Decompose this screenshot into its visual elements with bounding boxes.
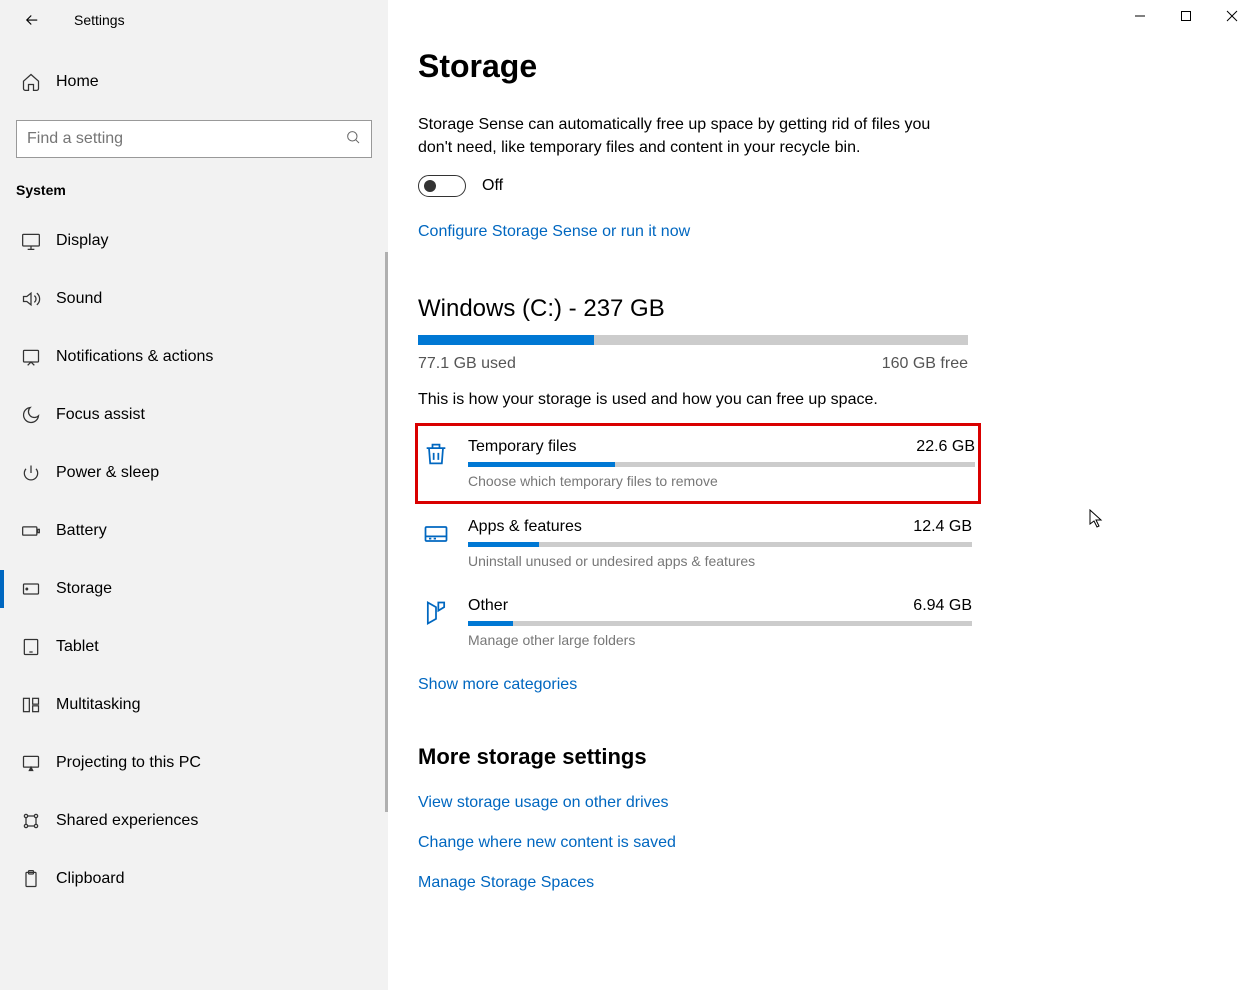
- usage-description: This is how your storage is used and how…: [418, 391, 1255, 409]
- sidebar-home[interactable]: Home: [0, 58, 388, 106]
- sound-icon: [20, 288, 42, 310]
- more-storage-settings-title: More storage settings: [418, 744, 1255, 770]
- battery-icon: [20, 520, 42, 542]
- category-name: Temporary files: [468, 438, 576, 456]
- home-icon: [20, 71, 42, 93]
- configure-storage-sense-link[interactable]: Configure Storage Sense or run it now: [418, 223, 1255, 241]
- apps-icon: [420, 518, 452, 550]
- sidebar-item-label: Clipboard: [56, 870, 124, 888]
- category-bar: [468, 462, 975, 467]
- category-apps-features[interactable]: Apps & features 12.4 GB Uninstall unused …: [418, 504, 978, 583]
- sidebar-item-label: Focus assist: [56, 406, 145, 424]
- drive-used: 77.1 GB used: [418, 355, 516, 373]
- category-other[interactable]: Other 6.94 GB Manage other large folders: [418, 583, 978, 662]
- category-desc: Manage other large folders: [468, 632, 972, 648]
- close-button[interactable]: [1209, 0, 1255, 32]
- category-size: 22.6 GB: [916, 438, 975, 456]
- storage-sense-toggle[interactable]: [418, 175, 466, 197]
- minimize-button[interactable]: [1117, 0, 1163, 32]
- multitask-icon: [20, 694, 42, 716]
- sidebar-item-label: Shared experiences: [56, 812, 198, 830]
- storage-icon: [20, 578, 42, 600]
- category-name: Other: [468, 597, 508, 615]
- sidebar-item-label: Notifications & actions: [56, 348, 213, 366]
- drive-free: 160 GB free: [882, 355, 968, 373]
- sidebar-item-tablet[interactable]: Tablet: [0, 618, 388, 676]
- sidebar-item-projecting[interactable]: Projecting to this PC: [0, 734, 388, 792]
- sidebar-item-label: Sound: [56, 290, 102, 308]
- storage-sense-description: Storage Sense can automatically free up …: [418, 113, 958, 159]
- search-box[interactable]: [16, 120, 372, 158]
- category-name: Apps & features: [468, 518, 582, 536]
- search-input[interactable]: [27, 130, 345, 148]
- sidebar-item-label: Power & sleep: [56, 464, 159, 482]
- sidebar-item-label: Storage: [56, 580, 112, 598]
- sidebar-item-label: Display: [56, 232, 108, 250]
- sidebar-item-label: Battery: [56, 522, 107, 540]
- category-bar: [468, 542, 972, 547]
- more-settings-link[interactable]: Change where new content is saved: [418, 834, 1255, 852]
- sidebar-home-label: Home: [56, 73, 99, 91]
- sidebar-item-storage[interactable]: Storage: [0, 560, 388, 618]
- category-temporary-files[interactable]: Temporary files 22.6 GB Choose which temp…: [415, 423, 981, 504]
- category-desc: Choose which temporary files to remove: [468, 473, 975, 489]
- shared-icon: [20, 810, 42, 832]
- more-settings-link[interactable]: View storage usage on other drives: [418, 794, 1255, 812]
- category-size: 6.94 GB: [913, 597, 972, 615]
- drive-usage-bar: [418, 335, 968, 345]
- storage-sense-toggle-label: Off: [482, 177, 503, 195]
- sidebar-section-header: System: [0, 158, 388, 212]
- display-icon: [20, 230, 42, 252]
- sidebar-item-label: Projecting to this PC: [56, 754, 201, 772]
- projecting-icon: [20, 752, 42, 774]
- drive-title: Windows (C:) - 237 GB: [418, 295, 1255, 323]
- tablet-icon: [20, 636, 42, 658]
- search-icon: [345, 129, 361, 150]
- sidebar-item-shared[interactable]: Shared experiences: [0, 792, 388, 850]
- category-desc: Uninstall unused or undesired apps & fea…: [468, 553, 972, 569]
- back-button[interactable]: [16, 4, 48, 36]
- sidebar-item-clipboard[interactable]: Clipboard: [0, 850, 388, 908]
- category-size: 12.4 GB: [913, 518, 972, 536]
- show-more-categories-link[interactable]: Show more categories: [418, 676, 1255, 694]
- sidebar-item-power[interactable]: Power & sleep: [0, 444, 388, 502]
- sidebar-item-notifications[interactable]: Notifications & actions: [0, 328, 388, 386]
- clipboard-icon: [20, 868, 42, 890]
- sidebar-item-sound[interactable]: Sound: [0, 270, 388, 328]
- maximize-button[interactable]: [1163, 0, 1209, 32]
- sidebar-item-battery[interactable]: Battery: [0, 502, 388, 560]
- other-icon: [420, 597, 452, 629]
- more-settings-link[interactable]: Manage Storage Spaces: [418, 874, 1255, 892]
- notifications-icon: [20, 346, 42, 368]
- sidebar-item-label: Multitasking: [56, 696, 140, 714]
- focus-icon: [20, 404, 42, 426]
- page-title: Storage: [418, 48, 1255, 85]
- power-icon: [20, 462, 42, 484]
- app-title: Settings: [74, 12, 125, 28]
- sidebar-item-display[interactable]: Display: [0, 212, 388, 270]
- sidebar-item-label: Tablet: [56, 638, 99, 656]
- category-bar: [468, 621, 972, 626]
- trash-icon: [420, 438, 452, 470]
- sidebar-item-focus[interactable]: Focus assist: [0, 386, 388, 444]
- sidebar-item-multitask[interactable]: Multitasking: [0, 676, 388, 734]
